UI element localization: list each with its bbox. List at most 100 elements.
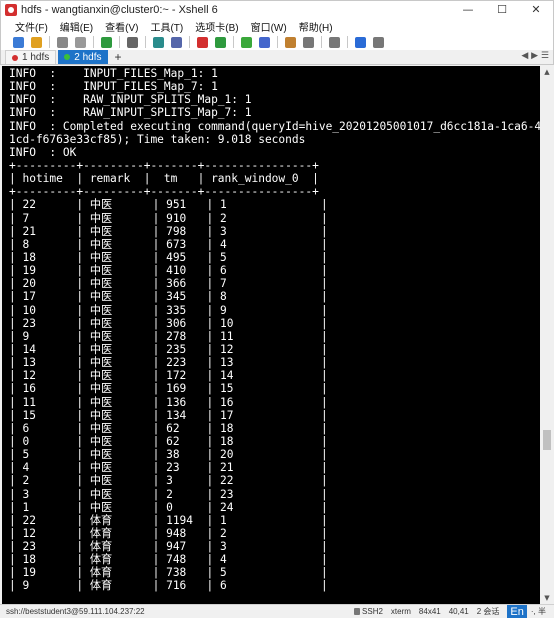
ime-mode-indicator[interactable]: ·, 半 [531, 606, 546, 617]
terminal-line: | 16 | 中医 | 169 | 15 | [9, 382, 328, 396]
terminal-line: | 12 | 中医 | 172 | 14 | [9, 369, 328, 383]
terminal-line: | 6 | 中医 | 62 | 18 | [9, 421, 328, 435]
toolbar-separator [277, 36, 278, 48]
terminal-line: | 9 | 体育 | 716 | 6 | [9, 579, 328, 593]
fullscreen-icon[interactable] [241, 36, 252, 48]
xshell-app-icon [5, 3, 17, 16]
ime-language-indicator[interactable]: En [507, 604, 527, 618]
toolbar-separator [347, 36, 348, 48]
toolbar-separator [49, 36, 50, 48]
terminal-line: | 21 | 中医 | 798 | 3 | [9, 224, 328, 238]
terminal-line: | 19 | 中医 | 410 | 6 | [9, 264, 328, 278]
terminal-line: | 20 | 中医 | 366 | 7 | [9, 277, 328, 291]
disconnected-status-icon [12, 54, 18, 61]
menu-help[interactable]: 帮助(H) [299, 19, 333, 34]
protocol-label: SSH2 [362, 607, 383, 616]
font-icon[interactable] [171, 36, 182, 48]
tab-session-2[interactable]: 2 hdfs [58, 50, 108, 64]
terminal-line: INFO : INPUT_FILES_Map_7: 1 [9, 80, 218, 94]
script-icon[interactable] [285, 36, 296, 48]
terminal-line: | 18 | 中医 | 495 | 5 | [9, 250, 328, 264]
session-tab-bar: 1 hdfs 2 hdfs + ◀ ▶ ☰ [0, 50, 554, 65]
minimize-button[interactable]: — [451, 1, 485, 19]
terminal-line: | 23 | 体育 | 947 | 3 | [9, 540, 328, 554]
terminal-line: INFO : Completed executing command(query… [9, 119, 540, 133]
terminal-line: | 7 | 中医 | 910 | 2 | [9, 211, 328, 225]
reconnect-icon[interactable] [101, 36, 112, 48]
terminal-line: | 17 | 中医 | 345 | 8 | [9, 290, 328, 304]
connection-address: ssh://beststudent3@59.111.104.237:22 [6, 607, 145, 616]
keyboard-icon[interactable] [303, 36, 314, 48]
info-icon[interactable] [373, 36, 384, 48]
scroll-down-icon[interactable]: ▼ [541, 592, 553, 604]
secure-lock-icon [354, 608, 361, 615]
terminal-line: | hotime | remark | tm | rank_window_0 | [9, 172, 319, 186]
toolbar-separator [233, 36, 234, 48]
scrollbar-thumb[interactable] [543, 430, 551, 450]
toolbar-separator [189, 36, 190, 48]
scroll-up-icon[interactable]: ▲ [541, 66, 553, 78]
toolbar-separator [145, 36, 146, 48]
lock-icon[interactable] [259, 36, 270, 48]
find-icon[interactable] [127, 36, 138, 48]
toolbar-separator [321, 36, 322, 48]
copy-icon[interactable] [75, 36, 86, 48]
help-icon[interactable] [355, 36, 366, 48]
xftp-icon[interactable] [197, 36, 208, 48]
cursor-position: 40,41 [448, 607, 469, 616]
maximize-button[interactable]: ☐ [485, 1, 519, 19]
terminal-line: | 22 | 体育 | 1194 | 1 | [9, 513, 328, 527]
xagent-icon[interactable] [215, 36, 226, 48]
terminal-line: INFO : INPUT_FILES_Map_1: 1 [9, 67, 218, 80]
toolbar [0, 34, 554, 50]
terminal-line: | 8 | 中医 | 673 | 4 | [9, 237, 328, 251]
terminal-type: xterm [390, 607, 411, 616]
terminal-line: +---------+---------+-------+-----------… [9, 185, 319, 199]
layout-icon[interactable] [329, 36, 340, 48]
terminal-output[interactable]: INFO : INPUT_FILES_Map_1: 1 INFO : INPUT_… [2, 66, 540, 604]
terminal-line: | 12 | 体育 | 948 | 2 | [9, 526, 328, 540]
terminal-line: | 23 | 中医 | 306 | 10 | [9, 316, 328, 330]
terminal-size: 84x41 [418, 607, 441, 616]
tab-label: 2 hdfs [74, 51, 102, 63]
title-bar: hdfs - wangtianxin@cluster0:~ - Xshell 6… [0, 0, 554, 18]
link-icon[interactable] [57, 36, 68, 48]
menu-tools[interactable]: 工具(T) [150, 19, 183, 34]
open-folder-icon[interactable] [31, 36, 42, 48]
terminal-line: 1cd-f6763e33cf85); Time taken: 9.018 sec… [9, 132, 306, 146]
terminal-line: | 2 | 中医 | 3 | 22 | [9, 474, 328, 488]
terminal-scrollbar[interactable]: ▲ ▼ [541, 66, 553, 604]
terminal-line: | 10 | 中医 | 335 | 9 | [9, 303, 328, 317]
connected-status-icon [64, 54, 71, 60]
menu-view[interactable]: 查看(V) [105, 19, 138, 34]
menu-tab[interactable]: 选项卡(B) [195, 19, 238, 34]
toolbar-separator [119, 36, 120, 48]
terminal-line: | 13 | 中医 | 223 | 13 | [9, 356, 328, 370]
menu-window[interactable]: 窗口(W) [251, 19, 287, 34]
toolbar-separator [93, 36, 94, 48]
menu-edit[interactable]: 编辑(E) [60, 19, 93, 34]
terminal-line: | 9 | 中医 | 278 | 11 | [9, 329, 328, 343]
terminal-line: | 14 | 中医 | 235 | 12 | [9, 342, 328, 356]
terminal-line: | 18 | 体育 | 748 | 4 | [9, 553, 328, 567]
terminal-line: +---------+---------+-------+-----------… [9, 158, 319, 172]
menu-file[interactable]: 文件(F) [15, 19, 48, 34]
new-session-icon[interactable] [13, 36, 24, 48]
terminal-line: | 11 | 中医 | 136 | 16 | [9, 395, 328, 409]
status-bar: ssh://beststudent3@59.111.104.237:22 SSH… [0, 604, 554, 618]
terminal-line: INFO : RAW_INPUT_SPLITS_Map_1: 1 [9, 93, 252, 107]
session-count: 2 会话 [476, 607, 500, 616]
color-scheme-icon[interactable] [153, 36, 164, 48]
terminal-line: | 3 | 中医 | 2 | 23 | [9, 487, 328, 501]
tab-nav-arrows-icon[interactable]: ◀ ▶ ☰ [521, 51, 549, 61]
terminal-line: INFO : RAW_INPUT_SPLITS_Map_7: 1 [9, 106, 252, 120]
terminal-line: | 15 | 中医 | 134 | 17 | [9, 408, 328, 422]
terminal-line: | 19 | 体育 | 738 | 5 | [9, 566, 328, 580]
close-button[interactable]: ✕ [519, 1, 553, 19]
menu-bar: 文件(F) 编辑(E) 查看(V) 工具(T) 选项卡(B) 窗口(W) 帮助(… [0, 18, 554, 34]
tab-label: 1 hdfs [22, 52, 50, 63]
tab-session-1[interactable]: 1 hdfs [5, 50, 57, 64]
terminal-line: | 5 | 中医 | 38 | 20 | [9, 448, 328, 462]
terminal-line: | 22 | 中医 | 951 | 1 | [9, 198, 328, 212]
add-tab-icon[interactable]: + [110, 50, 127, 64]
